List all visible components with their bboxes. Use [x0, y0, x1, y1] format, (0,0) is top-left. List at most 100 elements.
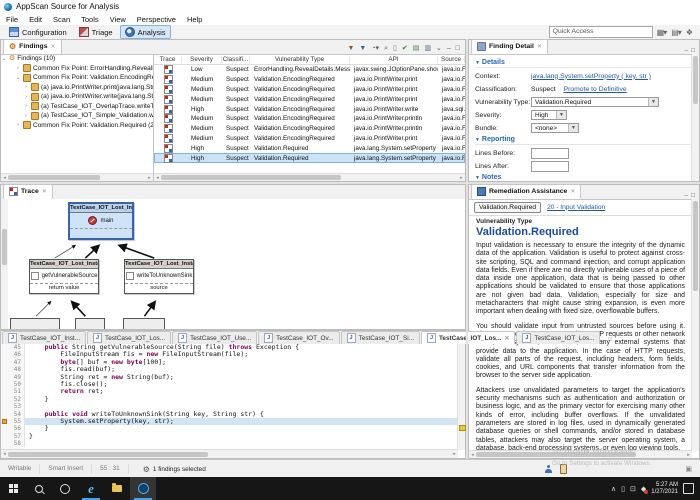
- trace-cell[interactable]: [154, 105, 182, 114]
- trace-node-partial[interactable]: [10, 318, 60, 329]
- code-line[interactable]: 51 return ret;: [1, 388, 458, 395]
- twistie-icon[interactable]: ›: [15, 65, 21, 71]
- twistie-icon[interactable]: ⌄: [15, 75, 21, 81]
- scroll-thumb[interactable]: [693, 56, 698, 104]
- tree-item[interactable]: ›(a) java.io.PrintWriter.print(java.lang…: [1, 83, 153, 93]
- vulnerability-type-select[interactable]: Validation.Required ▼: [531, 97, 659, 107]
- tab-findings[interactable]: ⚙ Findings ✕: [3, 39, 62, 54]
- trace-icon[interactable]: [164, 85, 173, 94]
- tab-finding-detail[interactable]: Finding Detail ✕: [471, 39, 548, 54]
- bundle-select[interactable]: <none> ▼: [531, 123, 579, 133]
- trace-icon[interactable]: [164, 134, 173, 143]
- delete-icon[interactable]: ▯: [392, 44, 398, 54]
- maximize-icon[interactable]: □: [691, 192, 695, 199]
- collapse-icon[interactable]: ▼: [475, 60, 480, 66]
- trace-cell[interactable]: [154, 65, 182, 74]
- scroll-thumb[interactable]: [8, 452, 208, 457]
- trace-icon[interactable]: [164, 144, 173, 153]
- collapse-icon[interactable]: ▼: [475, 137, 480, 143]
- menu-file[interactable]: File: [6, 15, 18, 24]
- code-line[interactable]: 52 }: [1, 396, 458, 403]
- table-row[interactable]: HighSuspectValidation.EncodingRequiredja…: [154, 104, 465, 114]
- remediation-hscrollbar[interactable]: ◂ ▸: [469, 450, 692, 458]
- scroll-thumb[interactable]: [8, 175, 100, 180]
- tab-list-icon[interactable]: ⌄: [600, 337, 605, 344]
- trace-icon[interactable]: [164, 154, 173, 163]
- menu-tools[interactable]: Tools: [81, 15, 99, 24]
- column-header[interactable]: Source: [438, 56, 465, 63]
- mode-analysis[interactable]: Analysis: [120, 25, 171, 39]
- menu-edit[interactable]: Edit: [29, 15, 42, 24]
- twistie-icon[interactable]: ›: [23, 84, 29, 90]
- twistie-icon[interactable]: ›: [15, 122, 21, 128]
- menu-help[interactable]: Help: [187, 15, 202, 24]
- tree-item[interactable]: ›(a) TestCase_IOT_OverlapTrace.writeToVu…: [1, 102, 153, 112]
- vulnerability-chip[interactable]: Validation.Required: [474, 202, 541, 213]
- scroll-left-icon[interactable]: ◂: [1, 451, 8, 457]
- tab-trace[interactable]: Trace ✕: [3, 184, 53, 199]
- tree-root[interactable]: ⌄⚙Findings (10): [1, 54, 153, 64]
- trace-icon[interactable]: [164, 105, 173, 114]
- minimize-icon[interactable]: –: [684, 47, 688, 54]
- scroll-thumb[interactable]: [2, 229, 7, 265]
- overview-ruler[interactable]: [457, 344, 465, 450]
- section-details[interactable]: ▼ Details: [475, 59, 692, 68]
- editor-tab[interactable]: JTestCase_IOT_Si...: [341, 331, 420, 344]
- perspective-grid-icon[interactable]: ▦▾: [657, 28, 667, 37]
- tree-hscrollbar[interactable]: ◂ ▸: [1, 173, 153, 181]
- trace-icon[interactable]: [164, 124, 173, 133]
- detail-vscrollbar[interactable]: [691, 54, 699, 181]
- trace-node[interactable]: TestCase_IOT_Lost_InstancewriteToUnknown…: [124, 259, 194, 294]
- search-icon[interactable]: ⌕: [383, 44, 389, 54]
- trace-cell[interactable]: [154, 124, 182, 133]
- column-header[interactable]: Vulnerability Type: [250, 56, 350, 63]
- scroll-thumb[interactable]: [161, 175, 341, 180]
- trace-cell[interactable]: [154, 95, 182, 104]
- code-line[interactable]: 56 }: [1, 425, 458, 432]
- close-icon[interactable]: ✕: [537, 43, 542, 50]
- trace-cell[interactable]: [154, 144, 182, 153]
- import-bundle-icon[interactable]: ▥: [423, 44, 432, 54]
- close-icon[interactable]: ✕: [570, 188, 575, 195]
- appscan-taskbar-button[interactable]: [130, 477, 156, 500]
- trace-node-partial[interactable]: [75, 318, 105, 329]
- tray-expand-icon[interactable]: ∧: [611, 485, 616, 493]
- trace-cell[interactable]: [154, 85, 182, 94]
- trace-node[interactable]: TestCase_IOT_Lost_InstancegetVulnerableS…: [29, 259, 99, 294]
- device-icon[interactable]: [560, 464, 567, 474]
- scroll-left-icon[interactable]: ◂: [154, 175, 161, 181]
- twistie-icon[interactable]: ›: [23, 103, 29, 109]
- section-reporting[interactable]: ▼ Reporting: [475, 136, 692, 145]
- code-area[interactable]: 45 public String getVulnerableSource(Str…: [1, 344, 458, 450]
- twistie-icon[interactable]: ⌄: [1, 56, 7, 62]
- scroll-thumb[interactable]: [693, 201, 698, 291]
- editor-tab[interactable]: JTestCase_IOT_Ov...: [258, 331, 339, 344]
- lines-after-input[interactable]: [531, 161, 569, 172]
- file-explorer-button[interactable]: [104, 477, 130, 500]
- restore-icon[interactable]: □: [608, 337, 612, 344]
- editor-tab[interactable]: JTestCase_IOT_Inst...: [2, 331, 86, 344]
- table-row[interactable]: HighSuspectValidation.Requiredjava.lang.…: [154, 153, 465, 163]
- scroll-left-icon[interactable]: ◂: [1, 175, 8, 181]
- menu-perspective[interactable]: Perspective: [137, 15, 176, 24]
- context-link[interactable]: java.lang.System.setProperty ( key, str …: [531, 73, 651, 80]
- code-line[interactable]: 58: [1, 440, 458, 447]
- promote-to-definitive-link[interactable]: Promote to Definitive: [564, 86, 627, 93]
- column-header[interactable]: Trace: [154, 56, 182, 63]
- close-icon[interactable]: ✕: [51, 43, 56, 50]
- menu-view[interactable]: View: [110, 15, 126, 24]
- tree-item[interactable]: ⌄Common Fix Point: Validation.EncodingRe…: [1, 73, 153, 83]
- scroll-right-icon[interactable]: ▸: [685, 452, 692, 458]
- trace-icon[interactable]: [164, 75, 173, 84]
- filter-icon[interactable]: ▼: [346, 44, 355, 54]
- trace-cell[interactable]: [154, 114, 182, 123]
- scroll-right-icon[interactable]: ▸: [458, 175, 465, 181]
- table-row[interactable]: MediumSuspectValidation.EncodingRequired…: [154, 85, 465, 95]
- menu-scan[interactable]: Scan: [53, 15, 70, 24]
- table-row[interactable]: HighSuspectValidation.Requiredjava.lang.…: [154, 143, 465, 153]
- trace-cell[interactable]: [154, 75, 182, 84]
- table-row[interactable]: MediumSuspectValidation.EncodingRequired…: [154, 75, 465, 85]
- maximize-icon[interactable]: □: [455, 44, 461, 54]
- severity-select[interactable]: High ▼: [531, 110, 567, 120]
- editor-tab[interactable]: JTestCase_IOT_Use...: [172, 331, 257, 344]
